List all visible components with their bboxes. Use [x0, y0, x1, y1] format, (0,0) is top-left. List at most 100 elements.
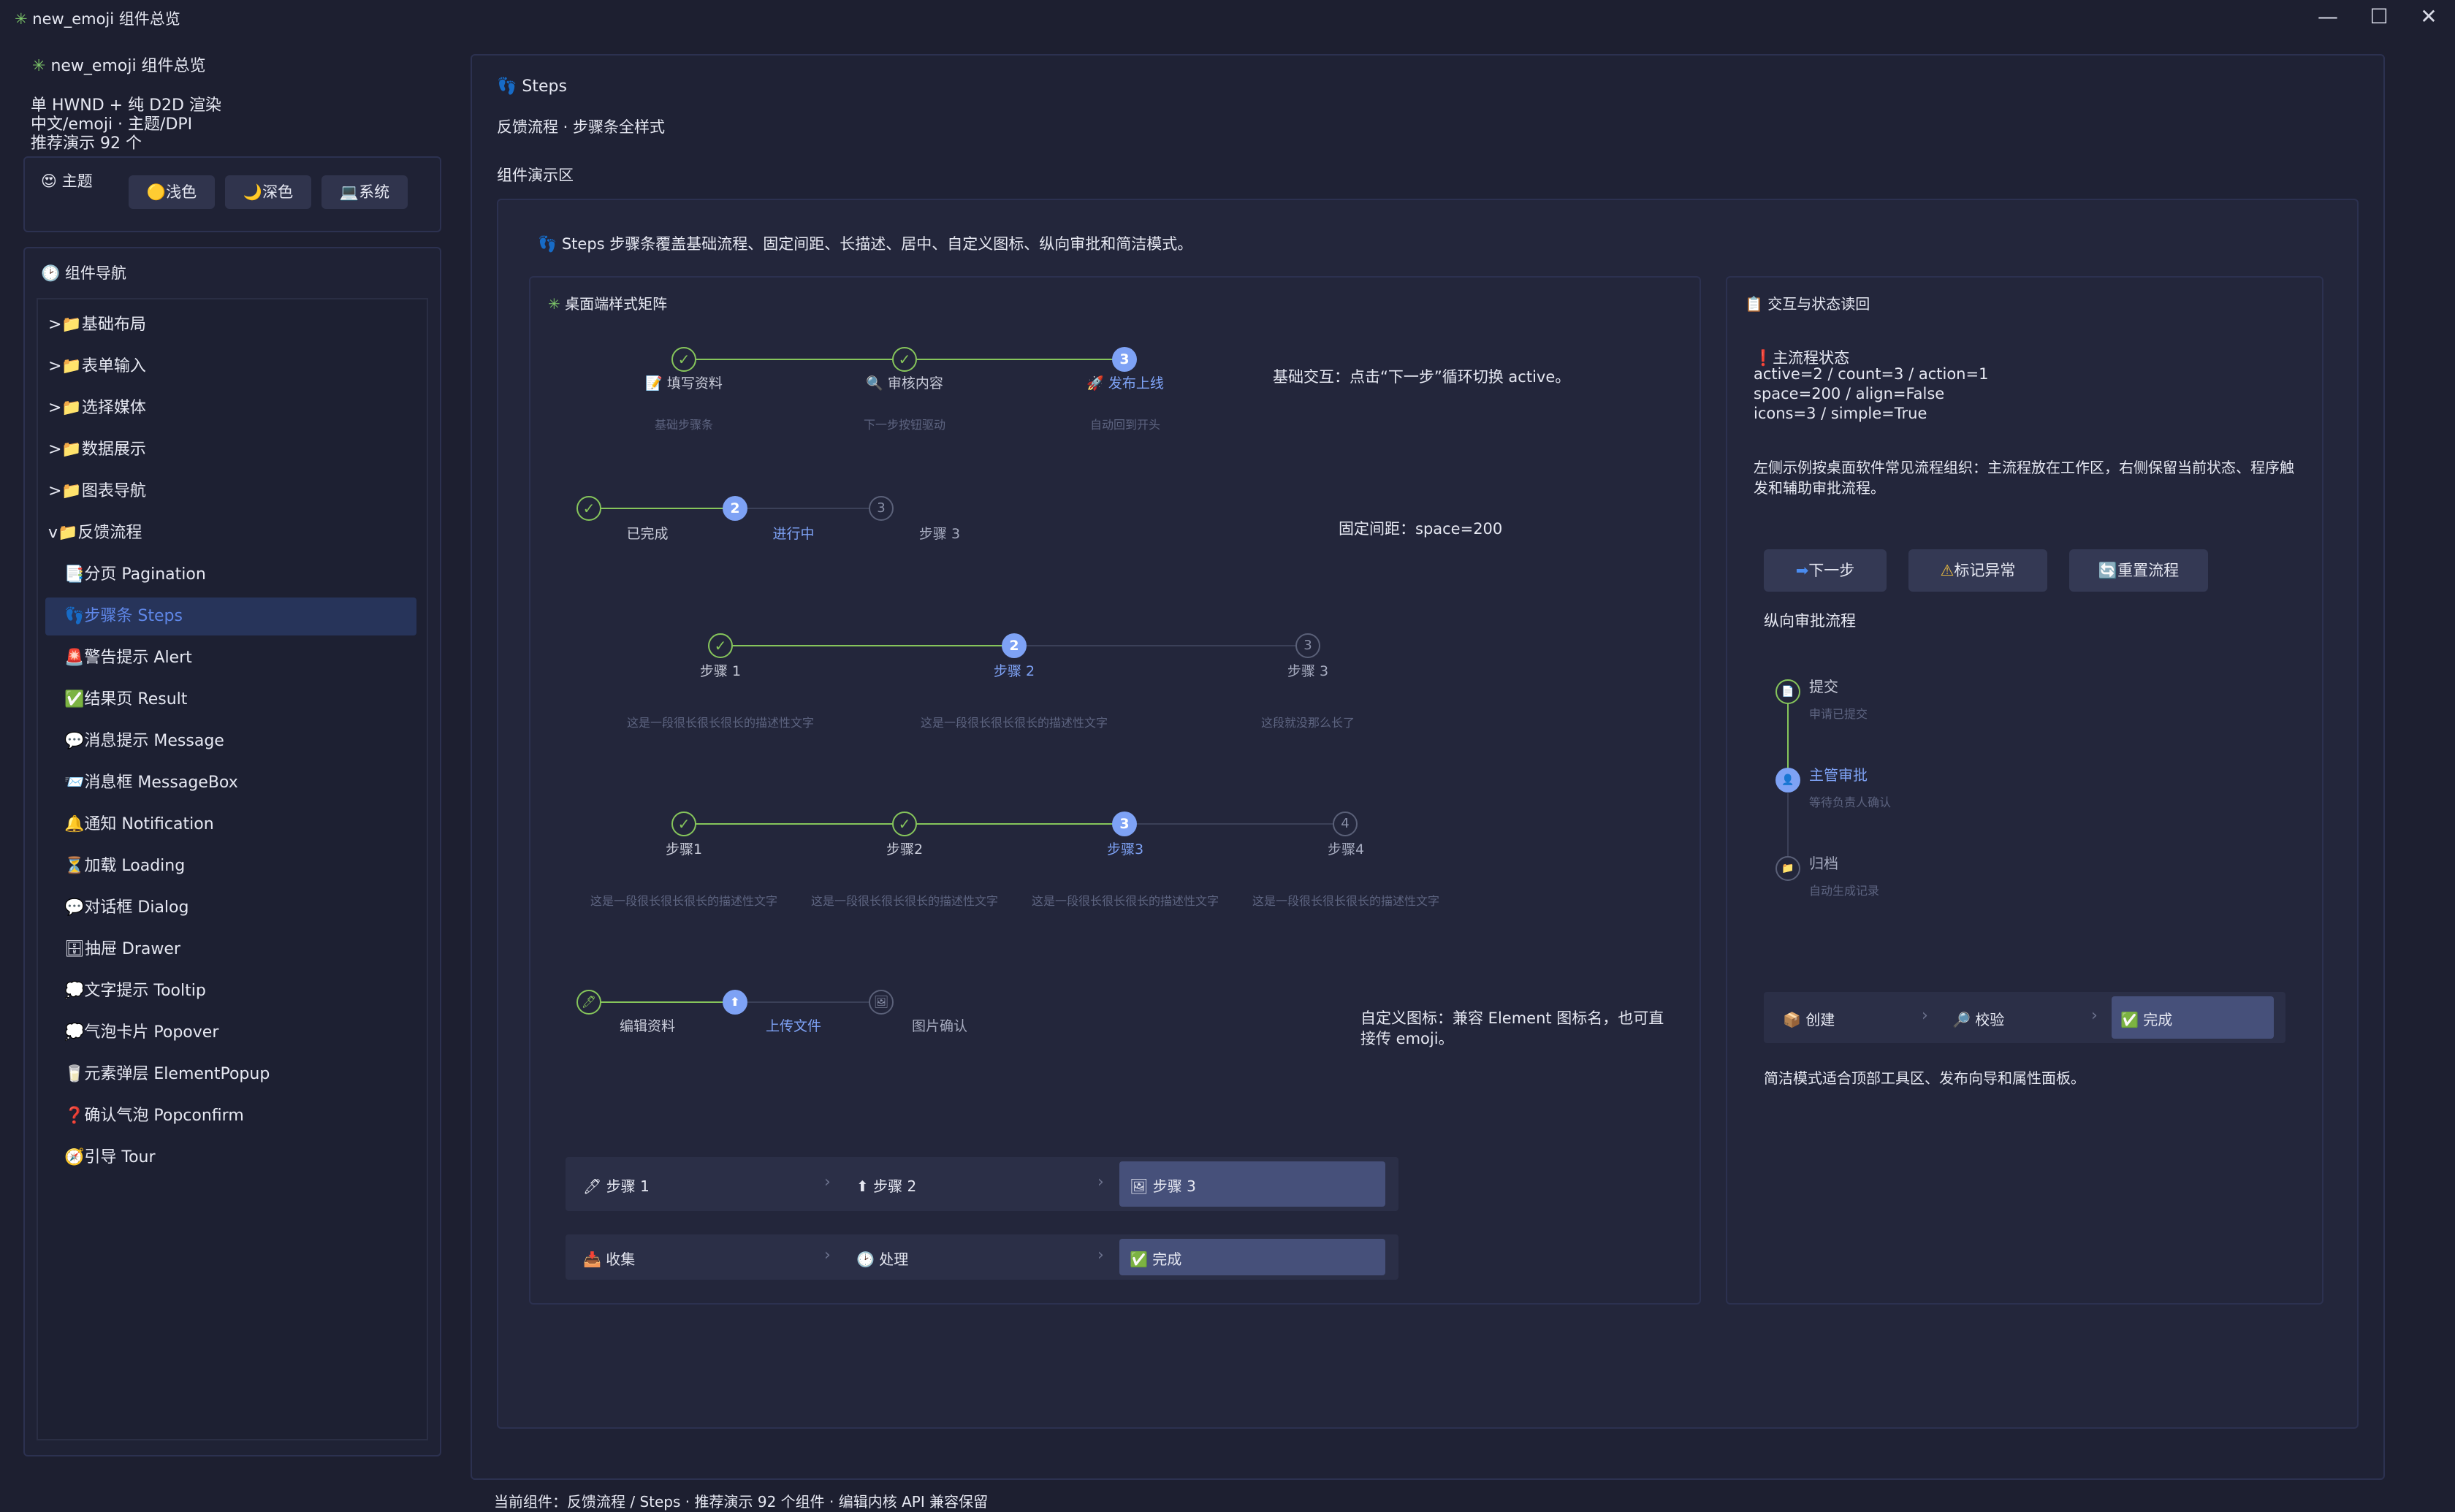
nav-group-data-display[interactable]: >📁数据展示 — [48, 432, 146, 468]
page-title: 👣 Steps — [497, 77, 567, 96]
nav-item-elementpopup[interactable]: 🥛元素弹层 ElementPopup — [64, 1056, 270, 1093]
nav-item-tooltip[interactable]: 💭文字提示 Tooltip — [64, 973, 206, 1009]
next-step-button[interactable]: ➡下一步 — [1764, 549, 1887, 592]
warning-icon: ⚠ — [1940, 562, 1955, 579]
minimize-button[interactable]: — — [2312, 3, 2344, 31]
folder-icon: >📁 — [48, 316, 82, 334]
step-label-text: 审核内容 — [887, 375, 943, 392]
step-current: 2 — [723, 496, 747, 521]
step-label: 🚀 发布上线 — [1052, 373, 1198, 392]
nav-item-popover[interactable]: 💭气泡卡片 Popover — [64, 1015, 218, 1051]
vertical-step-label: 主管审批 — [1809, 766, 1868, 784]
fixed-spacing-note: 固定间距：space=200 — [1339, 520, 1503, 538]
simple-step-label: 收集 — [606, 1251, 636, 1268]
nav-item-label: 元素弹层 ElementPopup — [84, 1065, 270, 1083]
nav-item-alert[interactable]: 🚨警告提示 Alert — [64, 640, 192, 676]
simple-step-label: 步骤 3 — [1152, 1177, 1196, 1195]
theme-system-label: 系统 — [359, 183, 390, 201]
simple-step: 🖊 步骤 1 — [583, 1175, 650, 1196]
nav-item-notification[interactable]: 🔔通知 Notification — [64, 806, 214, 843]
nav-group-basic-layout[interactable]: >📁基础布局 — [48, 307, 146, 343]
pin-icon: ❗ — [1754, 349, 1773, 367]
vertical-step-line — [1787, 793, 1789, 863]
step-label: 步骤3 — [1106, 841, 1144, 858]
nav-item-popconfirm[interactable]: ❓确认气泡 Popconfirm — [64, 1098, 244, 1134]
step-check-icon: ✓ — [576, 496, 601, 521]
inbox-icon: 📥 — [583, 1251, 601, 1268]
step-current: 3 — [1112, 347, 1137, 372]
theme-label: 😍 主题 — [41, 169, 93, 191]
nav-item-result[interactable]: ✅结果页 Result — [64, 681, 187, 718]
nav-item-message[interactable]: 💬消息提示 Message — [64, 723, 224, 760]
simple-step: 📦 创建 — [1783, 1008, 1835, 1029]
nav-group-label: 选择媒体 — [81, 399, 146, 417]
nav-item-label: 文字提示 Tooltip — [84, 982, 206, 1000]
simple-step-label: 步骤 2 — [873, 1177, 917, 1195]
theme-icon: 😍 — [41, 172, 57, 190]
step-description: 这是一段很长很长很长的描述性文字 — [1252, 894, 1439, 908]
mark-error-button[interactable]: ⚠标记异常 — [1908, 549, 2047, 592]
simple-step-label: 完成 — [2143, 1011, 2173, 1028]
step-line — [1125, 823, 1346, 825]
pencil-icon: 🖊 — [576, 990, 601, 1015]
check-icon: ✅ — [1130, 1251, 1148, 1268]
step-label: 步骤 3 — [918, 526, 961, 542]
pencil-icon: 🖊 — [583, 1177, 602, 1195]
simple-step: 🖼 步骤 3 — [1130, 1175, 1196, 1196]
sun-icon: 🟡 — [146, 183, 167, 201]
arrow-right-icon: ➡ — [1795, 562, 1809, 579]
chevron-right-icon: › — [2091, 1007, 2098, 1025]
state-line: active=2 / count=3 / action=1 — [1754, 365, 1989, 383]
clipboard-icon: 📋 — [1745, 295, 1763, 313]
nav-item-label: 分页 Pagination — [84, 565, 206, 584]
chevron-right-icon: › — [824, 1246, 831, 1264]
nav-item-messagebox[interactable]: 📨消息框 MessageBox — [64, 765, 238, 801]
state-card — [1726, 276, 2323, 1305]
state-explain: 左侧示例按桌面软件常见流程组织：主流程放在工作区，右侧保留当前状态、程序触发和辅… — [1754, 459, 2294, 497]
upload-icon: ⬆ — [856, 1177, 869, 1195]
step-wait: 4 — [1333, 812, 1358, 836]
nav-item-steps[interactable]: 👣步骤条 Steps — [64, 598, 183, 635]
nav-group-select-media[interactable]: >📁选择媒体 — [48, 390, 146, 427]
nav-item-tour[interactable]: 🧭引导 Tour — [64, 1139, 156, 1176]
vertical-flow-title: 纵向审批流程 — [1764, 612, 1856, 630]
step-description: 这是一段很长很长很长的描述性文字 — [626, 716, 814, 730]
state-title-text: 主流程状态 — [1773, 349, 1850, 367]
reset-flow-button[interactable]: 🔄重置流程 — [2069, 549, 2208, 592]
nav-group-chart-nav[interactable]: >📁图表导航 — [48, 473, 146, 510]
user-icon: 👤 — [1775, 768, 1800, 793]
close-button[interactable]: ✕ — [2413, 3, 2445, 31]
nav-group-label: 图表导航 — [81, 482, 146, 500]
theme-dark-button[interactable]: 🌙深色 — [225, 175, 311, 209]
nav-item-pagination[interactable]: 📑分页 Pagination — [64, 557, 206, 593]
nav-group-form-input[interactable]: >📁表单输入 — [48, 348, 146, 385]
nav-item-dialog[interactable]: 💬对话框 Dialog — [64, 890, 189, 926]
step-description: 这是一段很长很长很长的描述性文字 — [810, 894, 998, 908]
nav-item-loading[interactable]: ⏳加载 Loading — [64, 848, 185, 885]
memo-icon: 📝 — [645, 375, 663, 392]
style-matrix-title: ✳ 桌面端样式矩阵 — [548, 292, 667, 313]
glass-icon: 🥛 — [64, 1065, 85, 1083]
simple-step: ✅ 完成 — [2120, 1008, 2172, 1029]
step-line — [589, 508, 735, 509]
theme-system-button[interactable]: 💻系统 — [321, 175, 408, 209]
mark-error-label: 标记异常 — [1954, 562, 2016, 579]
step-label: 🔍 审核内容 — [831, 373, 978, 392]
vertical-step-line — [1787, 694, 1789, 779]
step-label: 步骤1 — [665, 841, 703, 858]
page-subtitle: 反馈流程 · 步骤条全样式 — [497, 118, 666, 136]
check-icon: ✅ — [2120, 1011, 2139, 1028]
folder-icon: 📁 — [1775, 856, 1800, 881]
theme-light-button[interactable]: 🟡浅色 — [129, 175, 215, 209]
demo-area-label: 组件演示区 — [497, 167, 574, 184]
nav-group-feedback[interactable]: v📁反馈流程 — [48, 515, 142, 551]
step-description: 下一步按钮驱动 — [863, 418, 945, 432]
nav-item-drawer[interactable]: 🗄抽屉 Drawer — [64, 931, 180, 968]
picture-icon: 🖼 — [1130, 1177, 1149, 1195]
moon-icon: 🌙 — [243, 183, 263, 201]
step-line — [735, 508, 881, 509]
document-icon: 📄 — [1775, 679, 1800, 704]
maximize-button[interactable]: ☐ — [2363, 3, 2395, 31]
step-description: 基础步骤条 — [654, 418, 713, 432]
step-current: 2 — [1002, 633, 1027, 658]
